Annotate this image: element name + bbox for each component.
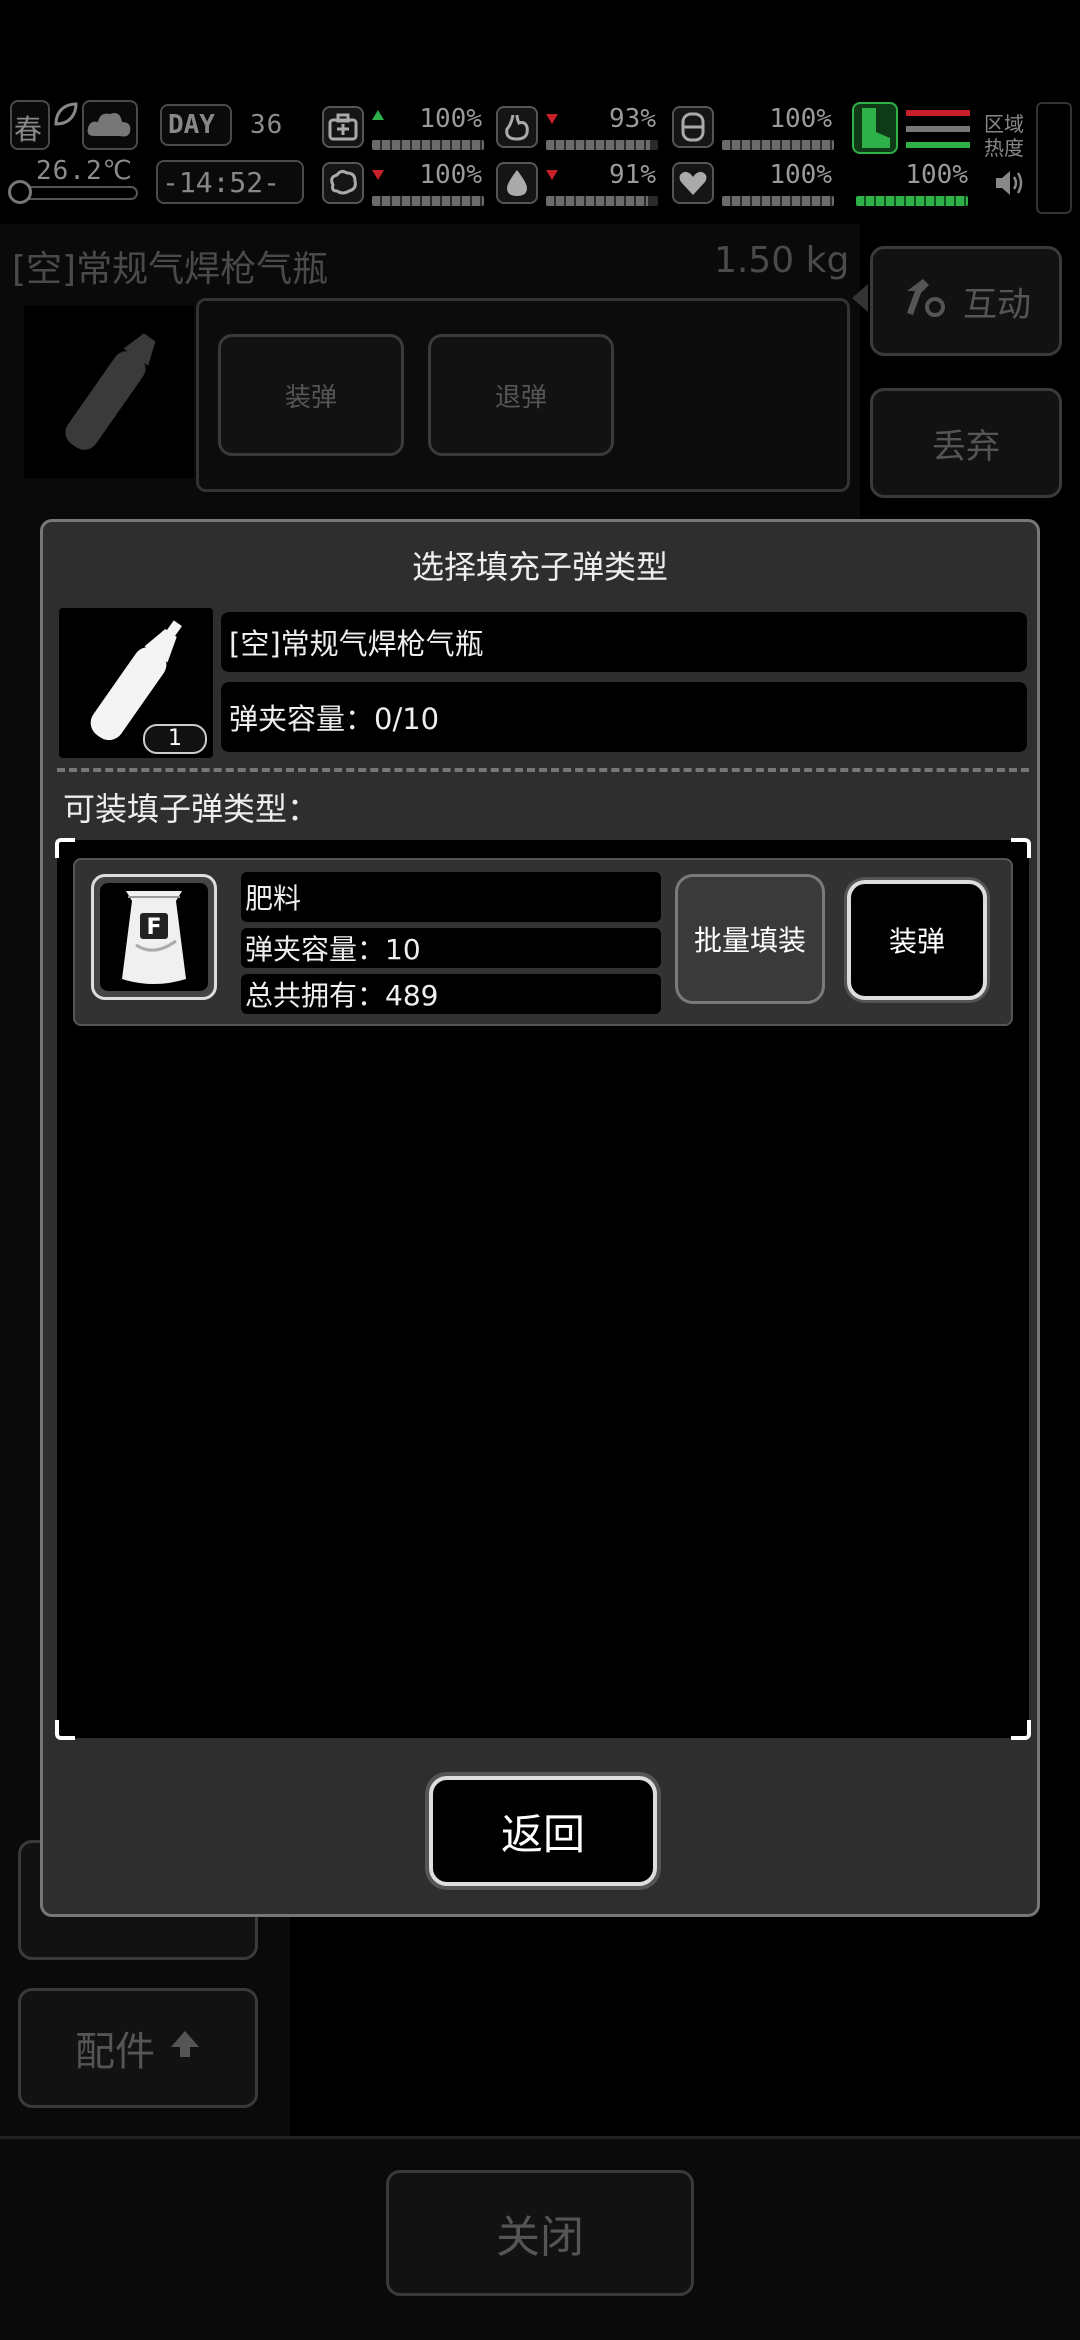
bag-letter: F	[146, 915, 161, 940]
corner-mark	[1011, 838, 1031, 858]
load-ammo-button[interactable]: 装弹	[847, 880, 987, 1000]
capacity-field: 弹夹容量：0/10	[221, 682, 1027, 752]
parts-tab[interactable]: 配件	[18, 1988, 258, 2108]
parts-label: 配件	[75, 2029, 155, 2075]
arrow-up-icon	[169, 2028, 201, 2068]
ammo-capacity: 弹夹容量：10	[241, 928, 661, 968]
item-image: 1	[59, 608, 213, 758]
dialog-title: 选择填充子弹类型	[411, 548, 668, 586]
item-name: [空]常规气焊枪气瓶	[12, 249, 329, 290]
ammo-name: 肥料	[241, 872, 661, 922]
ammo-owned: 总共拥有：489	[241, 974, 661, 1014]
batch-load-button[interactable]: 批量填装	[675, 874, 825, 1004]
ammo-list[interactable]: F 肥料 弹夹容量：10 总共拥有：489 批量填装 装弹	[55, 838, 1031, 1740]
corner-mark	[1011, 1720, 1031, 1740]
close-button[interactable]: 关闭	[386, 2170, 694, 2296]
ammo-select-dialog: 选择填充子弹类型 1 [空]常规气焊枪气瓶 弹夹容量：0/10 可装填子弹类型：	[40, 519, 1040, 1917]
ammo-image: F	[91, 874, 217, 1000]
item-weight: 1.50 kg	[714, 240, 850, 281]
fertilizer-bag-icon: F	[122, 891, 186, 984]
unload-button[interactable]: 退弹	[428, 334, 614, 456]
back-button[interactable]: 返回	[429, 1776, 657, 1886]
item-name-field: [空]常规气焊枪气瓶	[221, 612, 1027, 672]
item-image	[24, 306, 194, 478]
interact-button[interactable]: 互动	[870, 246, 1062, 356]
corner-mark	[55, 1720, 75, 1740]
section-label: 可装填子弹类型：	[63, 790, 320, 828]
corner-mark	[55, 838, 75, 858]
interact-label: 互动	[963, 284, 1031, 325]
hammer-hand-icon	[901, 273, 949, 330]
divider	[57, 768, 1029, 772]
discard-button[interactable]: 丢弃	[870, 388, 1062, 498]
list-item: F 肥料 弹夹容量：10 总共拥有：489 批量填装 装弹	[73, 858, 1013, 1026]
load-button[interactable]: 装弹	[218, 334, 404, 456]
item-count-badge: 1	[143, 724, 207, 754]
chevron-left-icon	[852, 284, 868, 312]
